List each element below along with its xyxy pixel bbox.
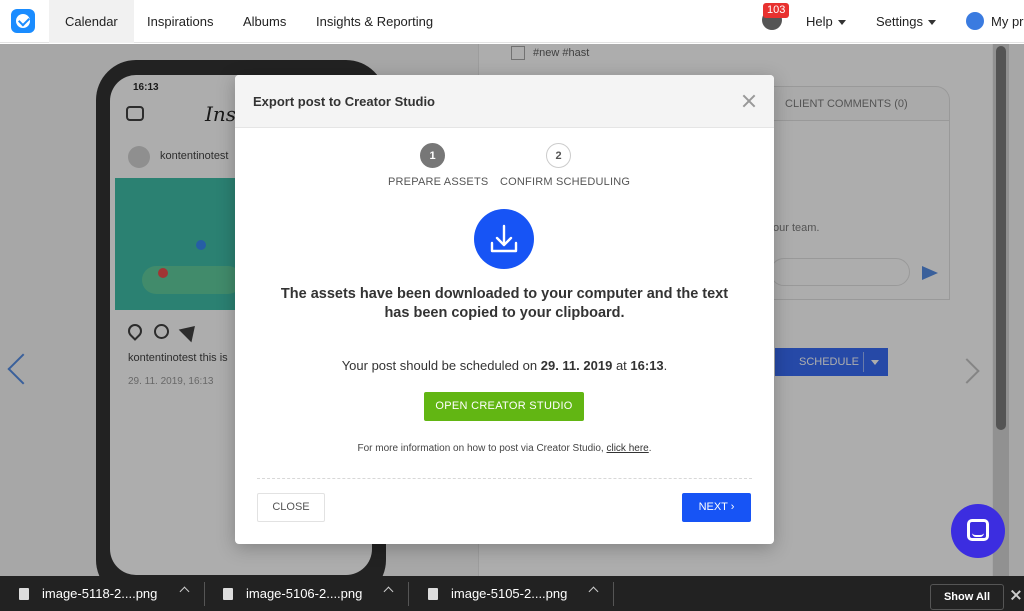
modal-divider	[257, 478, 752, 479]
close-icon[interactable]	[741, 93, 757, 109]
step-1-label: PREPARE ASSETS	[388, 176, 489, 188]
info-line: For more information on how to post via …	[235, 443, 774, 454]
export-modal: Export post to Creator Studio 1 PREPARE …	[235, 75, 774, 544]
divider	[204, 582, 205, 606]
settings-label: Settings	[876, 14, 923, 29]
downloads-bar: image-5118-2....png image-5106-2....png …	[0, 576, 1024, 611]
nav-calendar[interactable]: Calendar	[49, 0, 134, 43]
chevron-up-icon[interactable]	[383, 586, 394, 597]
nav-inspirations[interactable]: Inspirations	[131, 0, 229, 43]
notifications-badge: 103	[763, 3, 790, 18]
schedule-suffix: .	[663, 358, 668, 373]
next-button[interactable]: NEXT ›	[682, 493, 751, 522]
step-2-indicator: 2	[546, 143, 571, 168]
nav-albums[interactable]: Albums	[227, 0, 302, 43]
schedule-message: Your post should be scheduled on 29. 11.…	[235, 358, 774, 373]
close-icon[interactable]	[1011, 590, 1021, 600]
show-all-button[interactable]: Show All	[930, 584, 1004, 610]
click-here-link[interactable]: click here	[606, 443, 648, 454]
profile-label[interactable]: My pr	[991, 0, 1024, 43]
schedule-date: 29. 11. 2019	[540, 358, 613, 373]
help-label: Help	[806, 14, 833, 29]
schedule-at: at	[615, 358, 627, 373]
step-1-indicator: 1	[420, 143, 445, 168]
divider	[408, 582, 409, 606]
open-creator-studio-button[interactable]: OPEN CREATOR STUDIO	[424, 392, 584, 421]
step-2-label: CONFIRM SCHEDULING	[500, 176, 631, 188]
app-logo[interactable]	[11, 9, 35, 33]
success-message: The assets have been downloaded to your …	[235, 285, 774, 323]
download-item[interactable]: image-5106-2....png	[246, 576, 362, 611]
file-icon	[223, 588, 233, 600]
chat-icon	[967, 519, 989, 541]
download-item[interactable]: image-5105-2....png	[451, 576, 567, 611]
chevron-down-icon	[927, 20, 936, 26]
file-icon	[428, 588, 438, 600]
file-icon	[19, 588, 29, 600]
schedule-prefix: Your post should be scheduled on	[341, 358, 538, 373]
schedule-time: 16:13	[630, 358, 664, 373]
avatar[interactable]	[966, 12, 984, 30]
chevron-up-icon[interactable]	[588, 586, 599, 597]
modal-title: Export post to Creator Studio	[253, 94, 435, 109]
modal-header: Export post to Creator Studio	[235, 75, 774, 128]
divider	[613, 582, 614, 606]
chevron-down-icon	[837, 20, 846, 26]
close-button[interactable]: CLOSE	[257, 493, 325, 522]
info-text: For more information on how to post via …	[357, 443, 604, 454]
info-suffix: .	[648, 443, 652, 454]
success-message-text: The assets have been downloaded to your …	[280, 286, 729, 321]
settings-menu[interactable]: Settings	[876, 0, 936, 43]
chevron-up-icon[interactable]	[179, 586, 190, 597]
top-navigation: Calendar Inspirations Albums Insights & …	[0, 0, 1024, 43]
help-menu[interactable]: Help	[806, 0, 846, 43]
nav-insights-reporting[interactable]: Insights & Reporting	[300, 0, 449, 43]
download-icon	[474, 209, 534, 269]
download-item[interactable]: image-5118-2....png	[42, 576, 157, 611]
chat-launcher-button[interactable]	[951, 504, 1005, 558]
